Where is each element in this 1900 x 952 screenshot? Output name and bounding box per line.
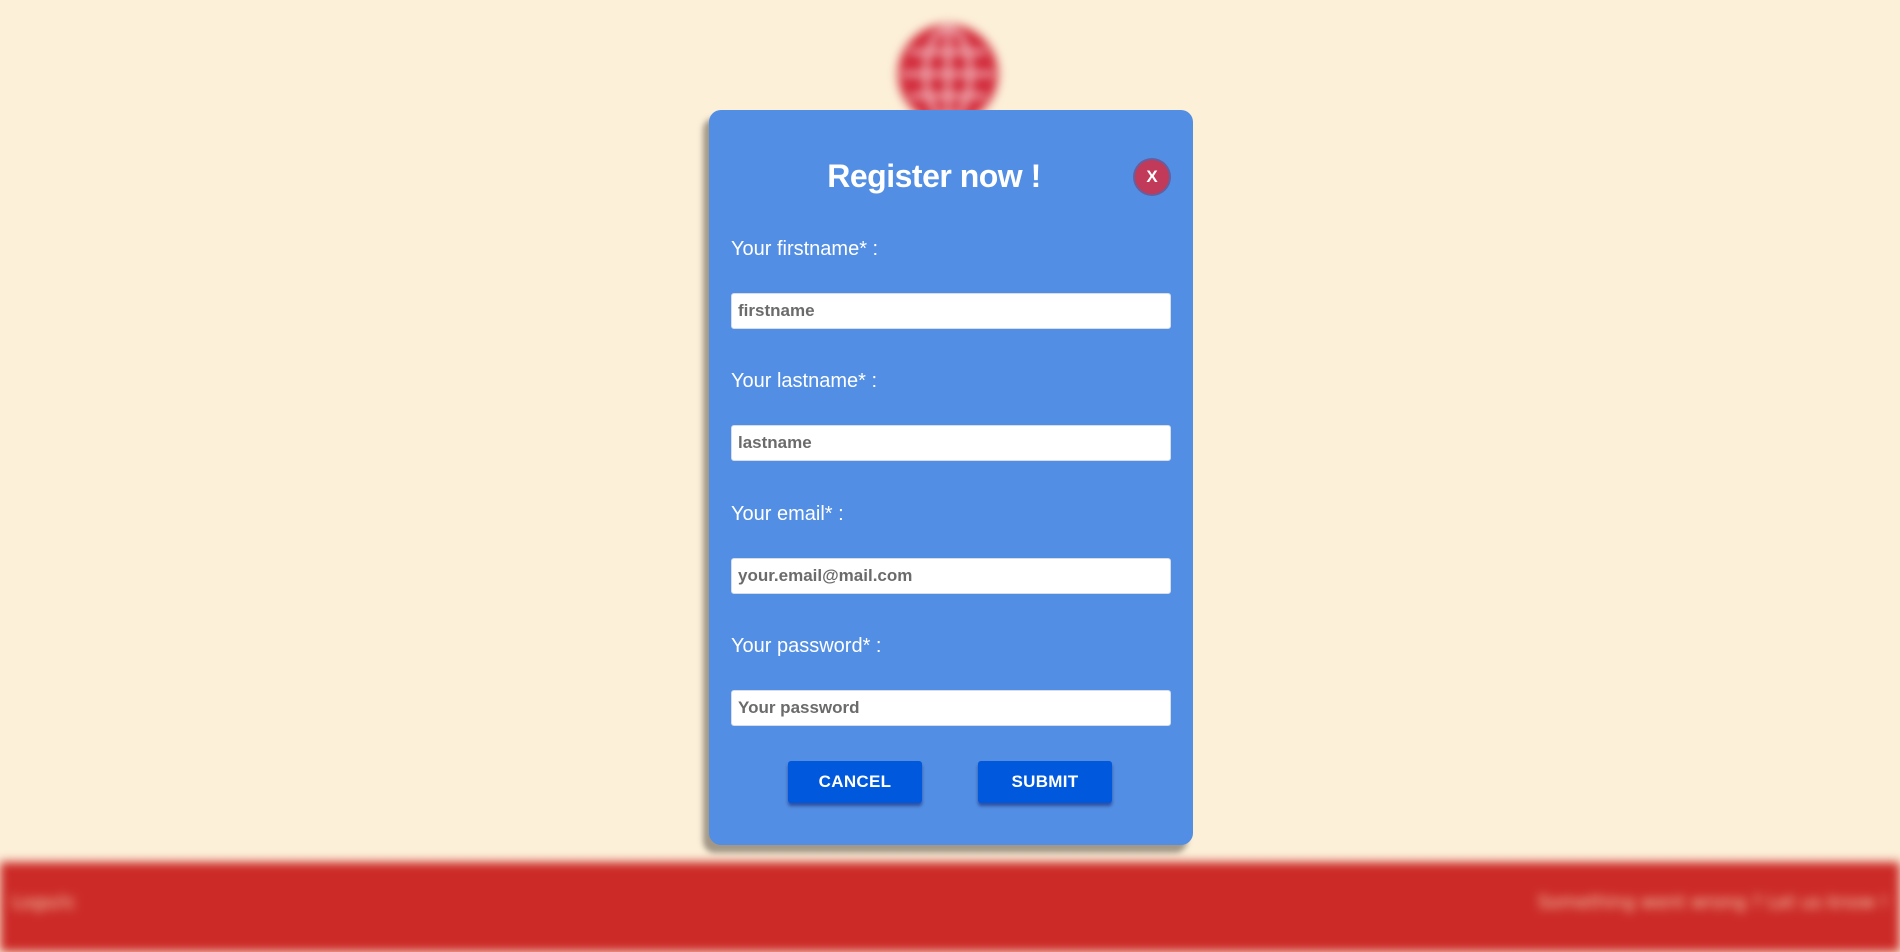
firstname-input[interactable] — [731, 293, 1171, 329]
modal-title: Register now ! — [827, 158, 1041, 194]
register-modal: Register now ! X Your firstname* : Your … — [709, 110, 1193, 845]
footer-report-link[interactable]: Something went wrong ? Let us know ! — [1538, 892, 1888, 913]
password-label: Your password* : — [731, 635, 882, 657]
globe-icon — [898, 24, 998, 124]
footer-logo-text: Logo/ic — [12, 892, 77, 913]
footer: Logo/ic Something went wrong ? Let us kn… — [0, 862, 1900, 952]
close-button[interactable]: X — [1135, 160, 1169, 194]
submit-button[interactable]: SUBMIT — [978, 761, 1112, 803]
email-label: Your email* : — [731, 503, 844, 525]
lastname-label: Your lastname* : — [731, 370, 878, 392]
lastname-input[interactable] — [731, 425, 1171, 461]
password-input[interactable] — [731, 690, 1171, 726]
cancel-button[interactable]: CANCEL — [788, 761, 922, 803]
email-input[interactable] — [731, 558, 1171, 594]
firstname-label: Your firstname* : — [731, 238, 879, 260]
